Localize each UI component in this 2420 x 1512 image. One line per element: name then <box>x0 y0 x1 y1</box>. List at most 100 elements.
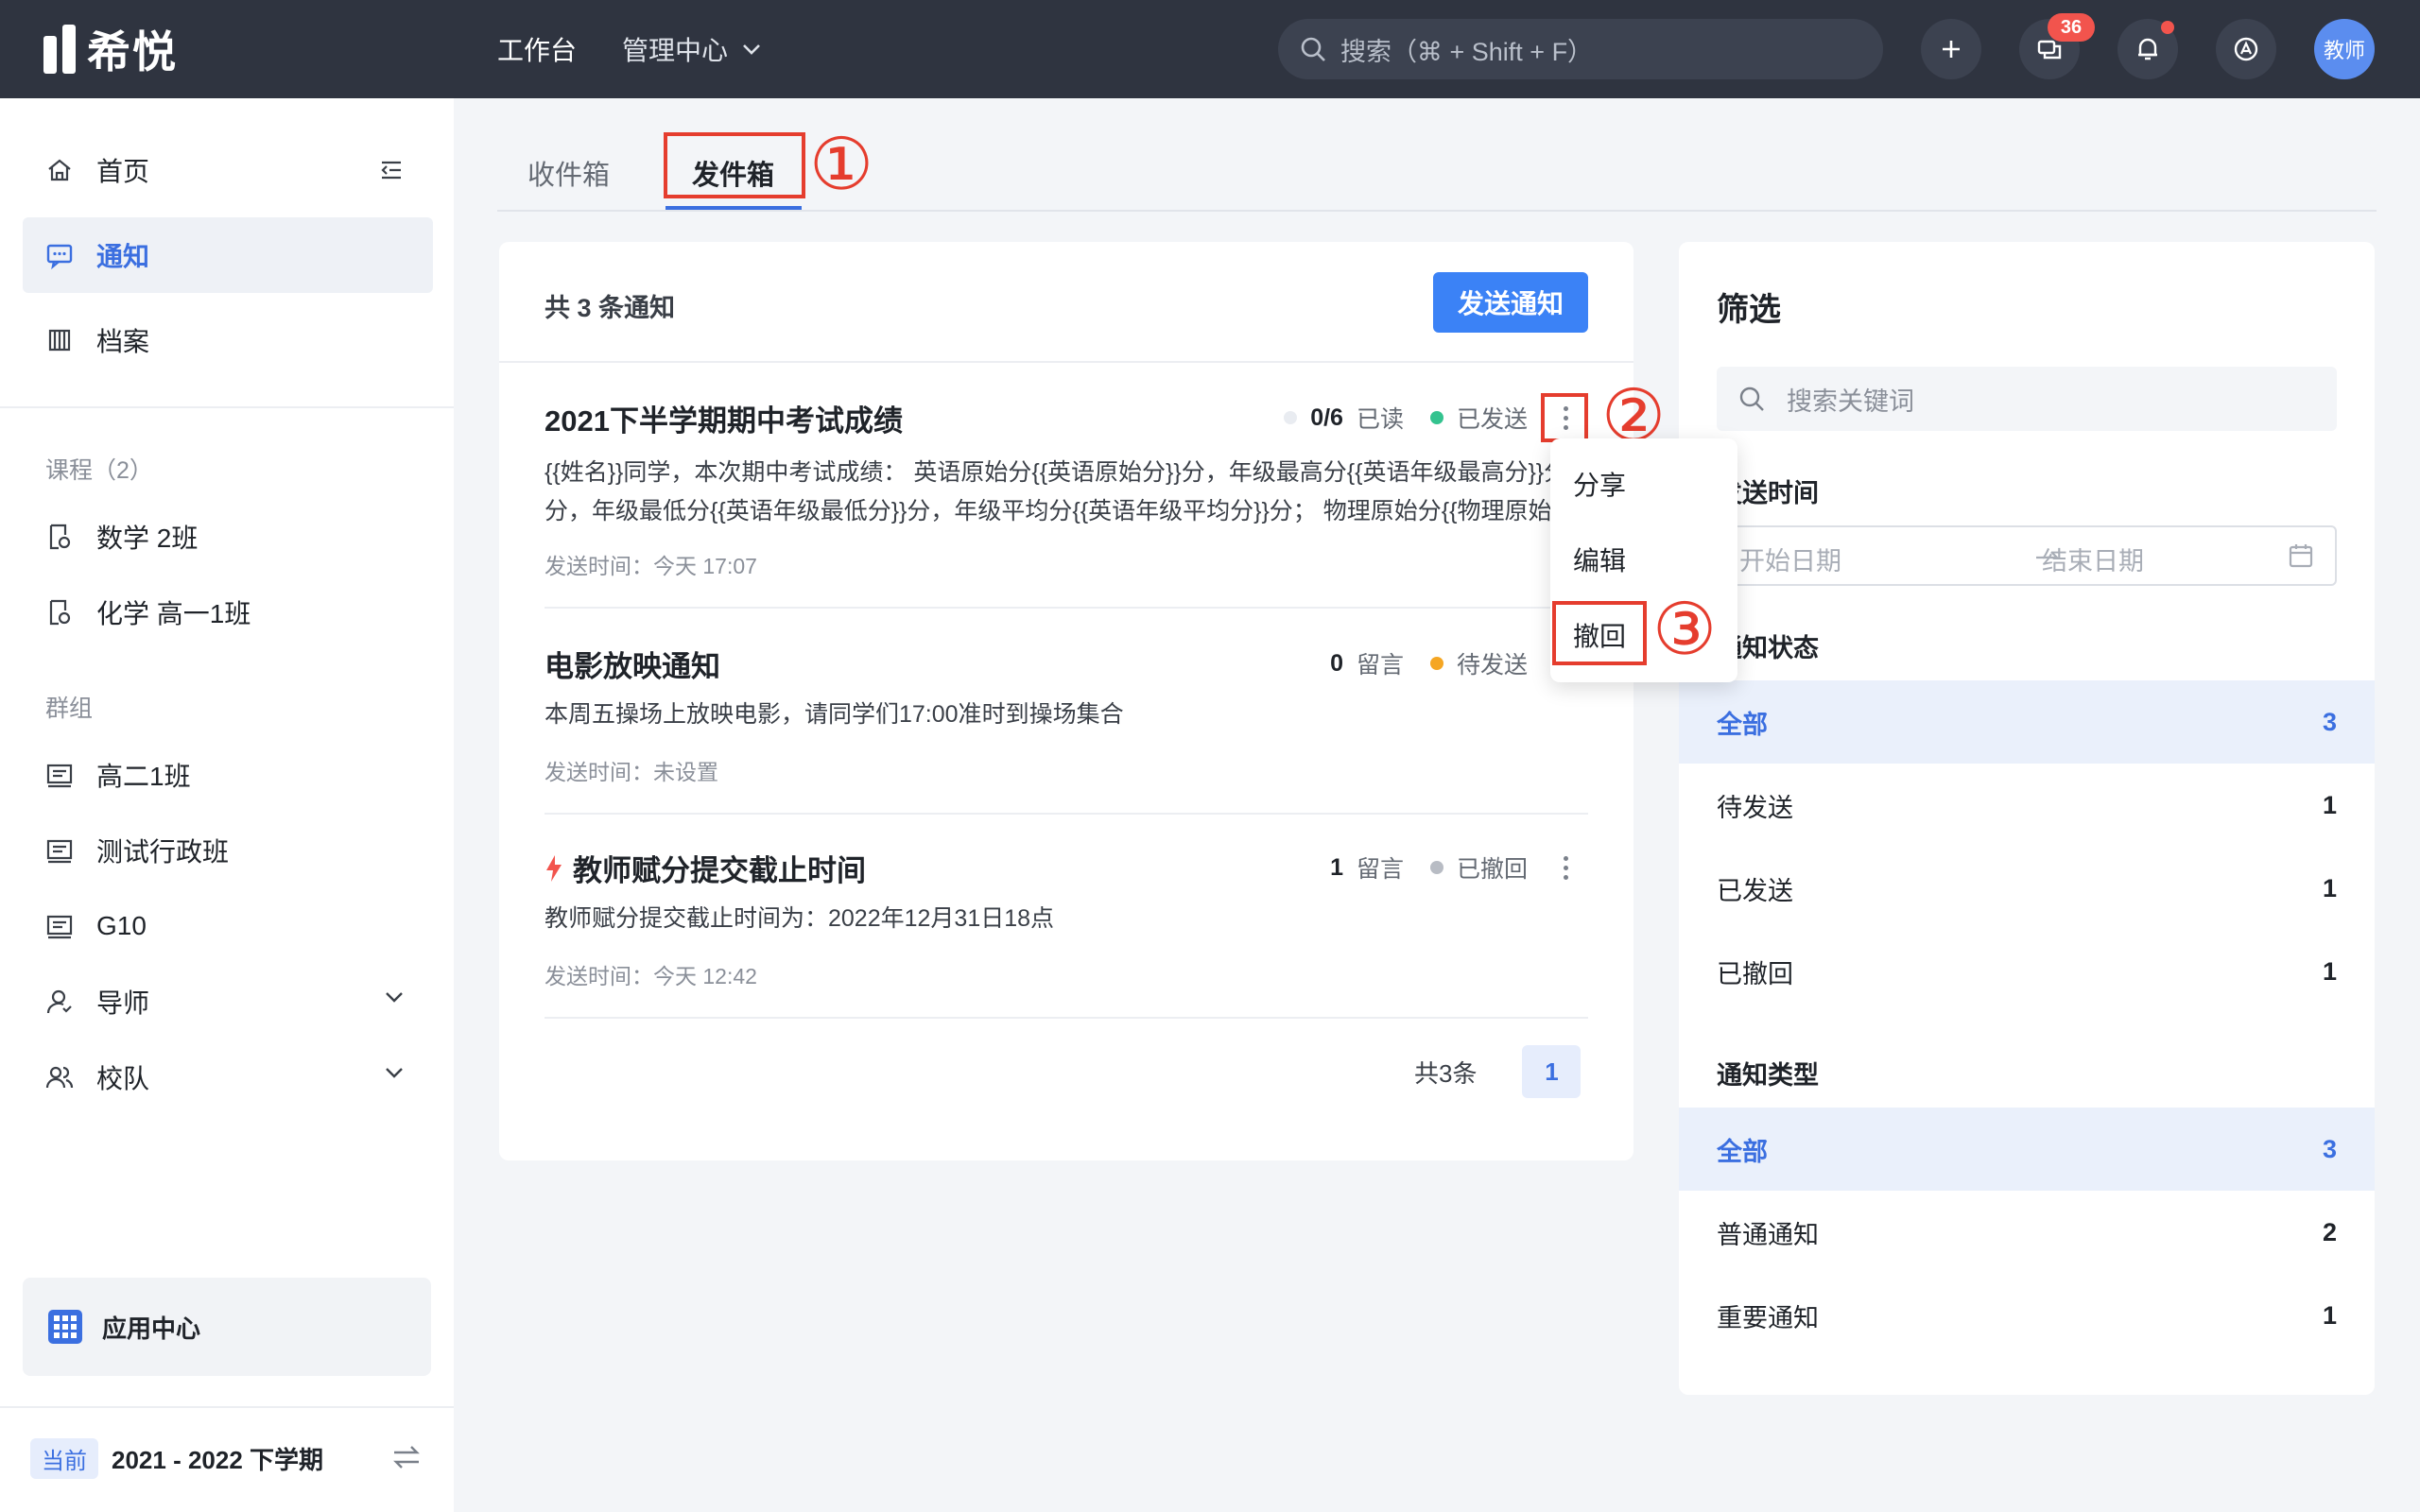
notice-title-text: 教师赋分提交截止时间 <box>573 854 866 887</box>
courses-section-label: 课程（2） <box>45 457 153 484</box>
mentor-icon <box>46 989 72 1014</box>
notice-list-card: 共 3 条通知 发送通知 2021下半学期期中考试成绩 0/6 已读 已发送 {… <box>499 242 1634 1160</box>
comment-label: 留言 <box>1356 652 1404 679</box>
notice-send-time: 发送时间：未设置 <box>544 760 718 784</box>
notice-meta: 1 留言 已撤回 <box>1330 850 1528 885</box>
add-button[interactable] <box>1921 19 1981 79</box>
sidebar-divider <box>0 1406 454 1408</box>
notice-body-line: {{姓名}}同学，本次期中考试成绩： 英语原始分{{英语原始分}}分，年级最高分… <box>544 459 1565 486</box>
switch-term-icon[interactable] <box>391 1444 422 1470</box>
status-option-pending[interactable]: 待发送 1 <box>1679 764 2375 847</box>
comment-label: 留言 <box>1356 856 1404 883</box>
messages-button[interactable]: 36 <box>2019 13 2095 79</box>
search-placeholder: 搜索（⌘ + Shift + F） <box>1340 37 1594 66</box>
sidebar-item-course[interactable]: 数学 2班 <box>23 499 433 575</box>
notice-item[interactable]: 电影放映通知 0 留言 待发送 本周五操场上放映电影，请同学们17:00准时到操… <box>544 643 1588 850</box>
sidebar-item-label: 导师 <box>96 988 150 1018</box>
current-term-label: 2021 - 2022 下学期 <box>112 1446 324 1474</box>
nav-workbench[interactable]: 工作台 <box>497 30 577 68</box>
sidebar-item-group[interactable]: 测试行政班 <box>23 813 433 888</box>
pagination-page-button[interactable]: 1 <box>1522 1045 1582 1098</box>
chevron-down-icon <box>386 1068 403 1078</box>
pagination: 共3条 1 <box>1414 1045 1582 1098</box>
menu-item-share[interactable]: 分享 <box>1573 465 1626 503</box>
app-switch-button[interactable] <box>2216 19 2276 79</box>
sidebar: 首页 通知 档案 课程（2） 数学 2班 化学 高一1班 群组 高二1班 测试行… <box>0 98 454 1512</box>
current-term: 当前 2021 - 2022 下学期 <box>30 1438 323 1479</box>
search-icon <box>1301 37 1325 61</box>
sidebar-item-group[interactable]: 高二1班 <box>23 737 433 813</box>
option-count: 1 <box>2322 956 2337 986</box>
start-date-input[interactable]: 开始日期 <box>1739 541 1841 577</box>
top-bar: 希悦 工作台 管理中心 搜索（⌘ + Shift + F） 36 教师 <box>0 0 2420 98</box>
notice-total-count: 共 3 条通知 <box>544 294 676 322</box>
sidebar-item-label: 测试行政班 <box>96 837 230 867</box>
annotation-box-more <box>1541 393 1588 442</box>
global-search[interactable]: 搜索（⌘ + Shift + F） <box>1278 19 1883 79</box>
notice-title: 2021下半学期期中考试成绩 <box>544 397 903 439</box>
sidebar-item-notice[interactable]: 通知 <box>23 217 433 293</box>
status-option-recalled[interactable]: 已撤回 1 <box>1679 930 2375 1013</box>
brand-logo[interactable]: 希悦 <box>43 23 178 77</box>
sidebar-item-label: G10 <box>96 911 147 940</box>
collapse-sidebar-icon[interactable] <box>378 157 405 183</box>
sidebar-item-label: 校队 <box>96 1064 150 1093</box>
app-center-button[interactable]: 应用中心 <box>23 1278 431 1376</box>
more-actions-button[interactable] <box>1550 849 1581 886</box>
option-label: 普通通知 <box>1717 1220 1819 1249</box>
annotation-number-three: ③ <box>1652 587 1718 671</box>
group-icon <box>46 915 73 939</box>
plus-icon <box>1943 41 1960 58</box>
sidebar-item-home[interactable]: 首页 <box>23 132 433 208</box>
option-count: 3 <box>2322 707 2337 736</box>
sidebar-item-archive[interactable]: 档案 <box>23 302 433 378</box>
read-progress-icon <box>1284 411 1298 424</box>
nav-admin-center[interactable]: 管理中心 <box>622 30 762 68</box>
sidebar-item-group[interactable]: G10 <box>23 888 433 964</box>
notice-divider <box>544 607 1588 609</box>
end-date-input[interactable]: 结束日期 <box>2042 541 2144 577</box>
comment-count: 1 <box>1330 853 1343 881</box>
type-option-important[interactable]: 重要通知 1 <box>1679 1274 2375 1357</box>
user-avatar[interactable]: 教师 <box>2314 19 2375 79</box>
annotation-number-one: ① <box>809 122 874 206</box>
option-count: 2 <box>2322 1217 2337 1246</box>
notice-body-line: 本周五操场上放映电影，请同学们17:00准时到操场集合 <box>544 701 1124 728</box>
option-label: 全部 <box>1717 1137 1768 1166</box>
status-badge: 待发送 <box>1456 652 1528 679</box>
comment-count: 0 <box>1330 649 1343 677</box>
filter-panel: 筛选 搜索关键词 发送时间 开始日期 结束日期 通知状态 全部 3 待发送 1 已发… <box>1679 242 2375 1395</box>
date-range-picker[interactable]: 开始日期 结束日期 <box>1717 525 2337 586</box>
annotation-box-recall <box>1552 601 1647 665</box>
notice-item[interactable]: 2021下半学期期中考试成绩 0/6 已读 已发送 {{姓名}}同学，本次期中考… <box>544 397 1588 609</box>
logo-mark-icon <box>43 25 76 74</box>
annotation-box-outbox <box>664 132 805 198</box>
group-icon <box>46 839 73 864</box>
notice-item[interactable]: 教师赋分提交截止时间 1 留言 已撤回 教师赋分提交截止时间为：2022年12月… <box>544 847 1588 1055</box>
app-grid-icon <box>48 1310 82 1344</box>
tab-inbox[interactable]: 收件箱 <box>527 153 610 193</box>
team-icon <box>45 1066 74 1089</box>
pagination-total: 共3条 <box>1414 1058 1478 1088</box>
course-icon <box>49 524 71 550</box>
notice-title-text: 2021下半学期期中考试成绩 <box>544 404 903 438</box>
sidebar-item-course[interactable]: 化学 高一1班 <box>23 575 433 650</box>
send-notice-button[interactable]: 发送通知 <box>1433 272 1588 333</box>
type-option-normal[interactable]: 普通通知 2 <box>1679 1191 2375 1274</box>
notice-body-line: 分，年级最低分{{英语年级最低分}}分，年级平均分{{英语年级平均分}}分； 物… <box>544 498 1565 524</box>
keyword-search-input[interactable]: 搜索关键词 <box>1717 367 2337 431</box>
option-label: 已发送 <box>1717 876 1793 905</box>
type-option-all[interactable]: 全部 3 <box>1679 1108 2375 1191</box>
sidebar-item-mentor[interactable]: 导师 <box>23 964 433 1040</box>
sidebar-item-label: 首页 <box>96 157 150 186</box>
notifications-button[interactable] <box>2118 19 2178 79</box>
notification-dot <box>2161 21 2174 34</box>
current-term-tag: 当前 <box>30 1438 98 1479</box>
status-option-sent[interactable]: 已发送 1 <box>1679 847 2375 930</box>
groups-section-label: 群组 <box>45 696 94 722</box>
home-icon <box>48 159 71 181</box>
status-option-all[interactable]: 全部 3 <box>1679 680 2375 764</box>
menu-item-edit[interactable]: 编辑 <box>1573 541 1626 578</box>
sidebar-item-team[interactable]: 校队 <box>23 1040 433 1115</box>
sidebar-item-label: 通知 <box>96 242 150 271</box>
